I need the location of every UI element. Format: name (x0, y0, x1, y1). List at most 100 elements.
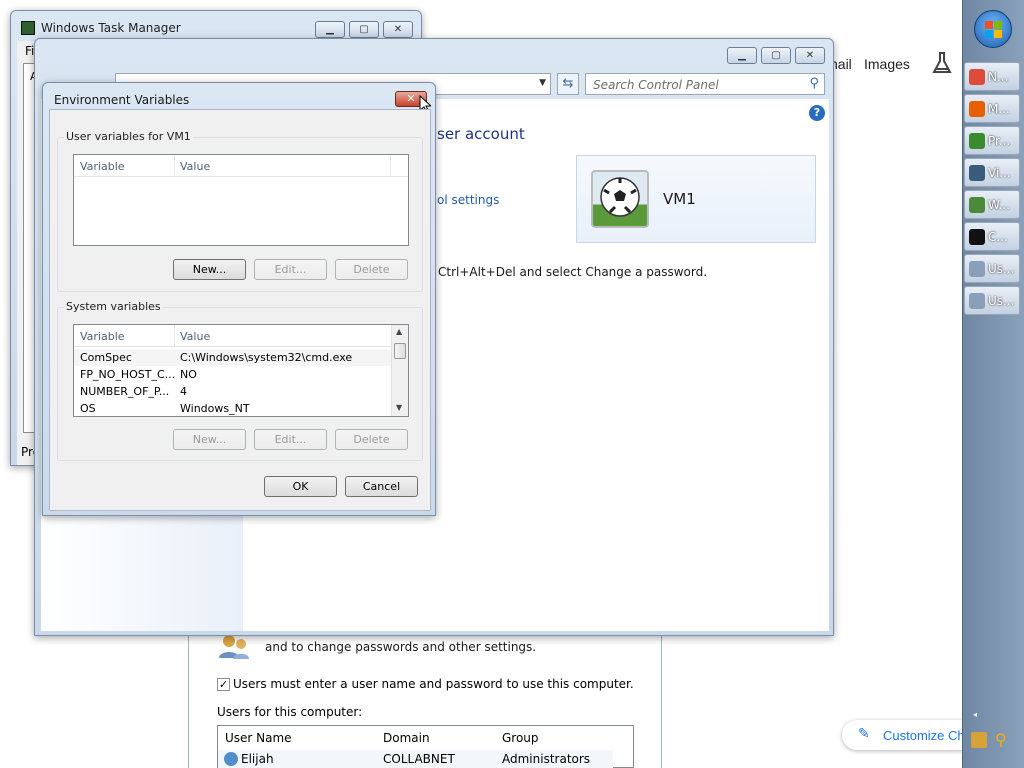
var-name: NUMBER_OF_P... (80, 385, 170, 398)
cp-minimize-button[interactable]: ▁ (727, 47, 757, 64)
system-variables-group: System variables Variable Value ComSpec … (57, 300, 423, 461)
taskbar-label: C... (988, 229, 1008, 244)
dialog-body: User variables for VM1 Variable Value Ne… (49, 109, 431, 511)
close-button[interactable]: ✕ (383, 21, 413, 38)
taskbar-item-firefox[interactable]: M... (964, 94, 1020, 123)
table-row[interactable]: NUMBER_OF_P... 4 (74, 383, 392, 400)
user-tile: VM1 (576, 155, 816, 243)
users-list: User Name Domain Group Elijah COLLABNET … (217, 725, 634, 768)
var-value: 4 (180, 385, 187, 398)
var-name: ComSpec (80, 351, 132, 364)
taskbar-item-user-accounts-2[interactable]: Us... (964, 286, 1020, 315)
taskbar-item-pr[interactable]: Pr... (964, 126, 1020, 155)
dialog-title: Environment Variables (54, 93, 190, 107)
tray-network-icon[interactable] (971, 732, 987, 748)
user-new-button[interactable]: New... (173, 259, 246, 280)
col-domain[interactable]: Domain (383, 731, 430, 745)
password-instruction: Ctrl+Alt+Del and select Change a passwor… (438, 265, 708, 279)
user-delete-button[interactable]: Delete (335, 259, 408, 280)
menu-file[interactable]: Fi (25, 44, 34, 58)
scroll-left-icon[interactable]: ◂ (973, 710, 977, 719)
maximize-button[interactable]: ▢ (349, 21, 379, 38)
user-edit-button[interactable]: Edit... (254, 259, 327, 280)
tray-search-icon[interactable]: ⚲ (995, 730, 1007, 749)
taskbar-label: Us... (988, 261, 1015, 276)
var-name: OS (80, 402, 96, 415)
col-variable[interactable]: Variable (80, 160, 125, 173)
environment-variables-dialog: Environment Variables ✕ User variables f… (42, 82, 436, 516)
cp-close-button[interactable]: ✕ (795, 47, 825, 64)
var-value: Windows_NT (180, 402, 250, 415)
var-value: NO (180, 368, 197, 381)
page-heading: ser account (437, 125, 525, 143)
taskbar-label: N... (988, 69, 1009, 84)
cancel-button[interactable]: Cancel (345, 476, 418, 497)
var-value: C:\Windows\system32\cmd.exe (180, 351, 353, 364)
col-value[interactable]: Value (180, 160, 210, 173)
scroll-down-icon[interactable]: ▼ (396, 403, 402, 412)
users-icon (217, 632, 251, 660)
system-edit-button[interactable]: Edit... (254, 429, 327, 450)
search-control-panel[interactable]: Search Control Panel ⚲ (585, 73, 825, 95)
users-icon (969, 292, 985, 309)
firefox-icon (969, 100, 985, 117)
col-user-name[interactable]: User Name (225, 731, 292, 745)
soccer-ball-icon (591, 170, 649, 228)
taskbar-label: Pr... (988, 133, 1011, 148)
search-icon[interactable]: ⚲ (809, 76, 819, 91)
system-variables-list[interactable]: Variable Value ComSpec C:\Windows\system… (73, 324, 409, 417)
cell-group: Administrators (502, 752, 591, 766)
col-group[interactable]: Group (502, 731, 539, 745)
col-variable[interactable]: Variable (80, 330, 125, 343)
user-icon (224, 752, 238, 766)
scroll-up-icon[interactable]: ▲ (396, 327, 402, 336)
ok-button[interactable]: OK (264, 476, 337, 497)
list-header: Variable Value (74, 155, 408, 177)
table-row[interactable]: OS Windows_NT (74, 400, 392, 416)
pencil-icon: ✎ (858, 726, 870, 742)
taskbar-item-task-manager[interactable]: W... (964, 190, 1020, 219)
cell-user: Elijah (241, 752, 274, 766)
taskbar-label: Vi... (988, 165, 1011, 180)
browser-background: nail Images (830, 0, 964, 100)
labs-flask-icon[interactable] (930, 50, 954, 76)
refresh-icon[interactable]: ⇆ (557, 73, 579, 95)
taskbar-item-chrome[interactable]: N... (964, 62, 1020, 91)
minimize-button[interactable]: ▁ (315, 21, 345, 38)
header-divider (174, 155, 175, 177)
header-divider (174, 325, 175, 347)
user-name: VM1 (663, 190, 696, 208)
table-row[interactable]: Elijah COLLABNET Administrators (218, 750, 613, 768)
task-manager-title: Windows Task Manager (41, 21, 181, 35)
taskbar-item-video[interactable]: Vi... (964, 158, 1020, 187)
start-button[interactable] (974, 10, 1012, 48)
customize-chrome-button[interactable]: ✎ Customize Ch (842, 720, 965, 750)
taskbar-item-user-accounts-1[interactable]: Us... (964, 254, 1020, 283)
vertical-scrollbar[interactable]: ▲ ▼ (391, 325, 408, 416)
cp-maximize-button[interactable]: ▢ (761, 47, 791, 64)
table-row[interactable]: FP_NO_HOST_C... NO (74, 366, 392, 383)
taskbar-item-cmd[interactable]: C... (964, 222, 1020, 251)
system-variables-label: System variables (64, 300, 163, 313)
system-new-button[interactable]: New... (173, 429, 246, 450)
help-icon[interactable]: ? (809, 105, 825, 121)
user-variables-group: User variables for VM1 Variable Value Ne… (57, 130, 423, 292)
user-variables-label: User variables for VM1 (64, 130, 193, 143)
chrome-icon (969, 68, 985, 85)
task-manager-icon (969, 196, 985, 213)
var-name: FP_NO_HOST_C... (80, 368, 176, 381)
taskbar-label: M... (988, 101, 1010, 116)
system-delete-button[interactable]: Delete (335, 429, 408, 450)
require-password-checkbox[interactable]: ✓ (217, 678, 230, 691)
table-row[interactable]: ComSpec C:\Windows\system32\cmd.exe (74, 349, 392, 366)
cell-domain: COLLABNET (383, 752, 455, 766)
user-variables-list[interactable]: Variable Value (73, 154, 409, 246)
scroll-thumb[interactable] (394, 343, 406, 359)
images-link[interactable]: Images (864, 56, 910, 72)
settings-link[interactable]: ol settings (437, 193, 499, 207)
users-for-computer-label: Users for this computer: (217, 705, 363, 719)
search-placeholder: Search Control Panel (593, 78, 719, 92)
col-value[interactable]: Value (180, 330, 210, 343)
users-icon (969, 260, 985, 277)
address-dropdown-icon[interactable]: ▼ (539, 78, 546, 88)
